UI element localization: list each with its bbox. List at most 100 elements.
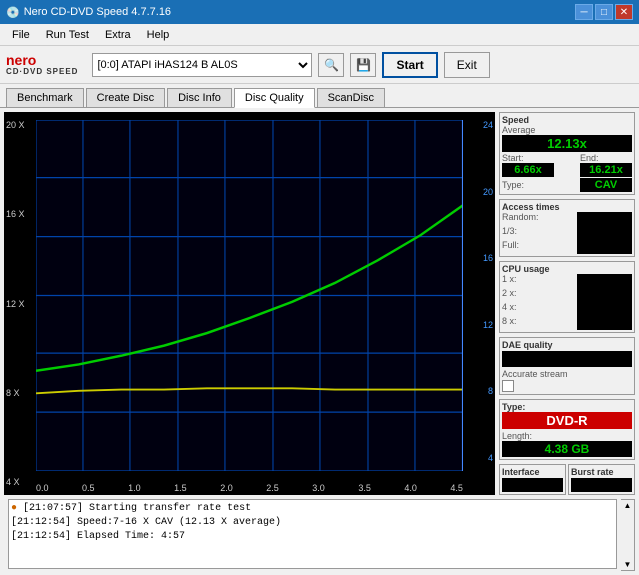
tab-create-disc[interactable]: Create Disc: [86, 88, 165, 107]
log-text-1: [21:12:54] Speed:7-16 X CAV (12.13 X ave…: [11, 517, 281, 528]
disc-type-value: DVD-R: [502, 412, 632, 429]
cpu-2x-label: 2 x:: [502, 288, 517, 302]
tab-benchmark[interactable]: Benchmark: [6, 88, 84, 107]
minimize-button[interactable]: ─: [575, 4, 593, 20]
y-right-24: 24: [467, 120, 493, 130]
full-value: [577, 240, 632, 254]
log-text-2: [21:12:54] Elapsed Time: 4:57: [11, 531, 185, 542]
log-scrollbar[interactable]: ▲ ▼: [621, 499, 635, 571]
x-label-3: 3.0: [312, 483, 325, 493]
y-right-8: 8: [467, 386, 493, 396]
log-line-2: [21:12:54] Elapsed Time: 4:57: [11, 530, 614, 544]
menu-run-test[interactable]: Run Test: [38, 27, 97, 43]
tab-bar: Benchmark Create Disc Disc Info Disc Qua…: [0, 84, 639, 108]
save-icon: 💾: [356, 58, 371, 72]
menu-file[interactable]: File: [4, 27, 38, 43]
random-value: [577, 212, 632, 226]
y-right-12: 12: [467, 320, 493, 330]
x-label-15: 1.5: [174, 483, 187, 493]
tab-scan-disc[interactable]: ScanDisc: [317, 88, 385, 107]
x-label-35: 3.5: [358, 483, 371, 493]
access-times-title: Access times: [502, 202, 632, 212]
cpu-title: CPU usage: [502, 264, 632, 274]
speed-section: Speed Average 12.13x Start: 6.66x End: 1…: [499, 112, 635, 195]
app-title: Nero CD-DVD Speed 4.7.7.16: [24, 6, 171, 18]
speed-type-label: Type:: [502, 180, 524, 190]
disc-length-value: 4.38 GB: [502, 441, 632, 457]
app-icon: 💿: [6, 6, 20, 19]
accurate-stream-checkbox[interactable]: [502, 380, 514, 392]
save-button[interactable]: 💾: [350, 53, 376, 77]
dae-quality-section: DAE quality Accurate stream: [499, 337, 635, 395]
log-area: ● [21:07:57] Starting transfer rate test…: [4, 499, 635, 571]
nero-logo: nero CD·DVD SPEED: [6, 53, 78, 76]
main-area: 20 X 16 X 12 X 8 X 4 X: [0, 108, 639, 575]
menu-help[interactable]: Help: [139, 27, 178, 43]
log-output: ● [21:07:57] Starting transfer rate test…: [8, 499, 617, 569]
log-line-0: ● [21:07:57] Starting transfer rate test: [11, 502, 614, 516]
tab-disc-quality[interactable]: Disc Quality: [234, 88, 315, 108]
menu-extra[interactable]: Extra: [97, 27, 139, 43]
y-label-16: 16 X: [6, 209, 34, 219]
maximize-button[interactable]: □: [595, 4, 613, 20]
exit-button[interactable]: Exit: [444, 52, 490, 78]
speed-average-label: Average: [502, 125, 632, 135]
x-label-1: 1.0: [128, 483, 141, 493]
speed-end-value: 16.21x: [580, 163, 632, 177]
interface-title: Interface: [502, 467, 563, 477]
speed-end-label: End:: [580, 153, 632, 163]
x-label-4: 4.0: [404, 483, 417, 493]
cpu-1x-label: 1 x:: [502, 274, 517, 288]
onethird-label: 1/3:: [502, 226, 517, 240]
y-label-12: 12 X: [6, 299, 34, 309]
cpu-8x-label: 8 x:: [502, 316, 517, 330]
nero-logo-text: nero: [6, 53, 36, 67]
log-line-1: [21:12:54] Speed:7-16 X CAV (12.13 X ave…: [11, 516, 614, 530]
speed-average-value: 12.13x: [502, 135, 632, 152]
x-label-2: 2.0: [220, 483, 233, 493]
y-right-16: 16: [467, 253, 493, 263]
speed-end: End: 16.21x: [580, 153, 632, 177]
accurate-stream-label: Accurate stream: [502, 369, 632, 379]
y-right-20: 20: [467, 187, 493, 197]
random-label: Random:: [502, 212, 539, 226]
tab-disc-info[interactable]: Disc Info: [167, 88, 232, 107]
interface-value: [502, 478, 563, 492]
y-label-4: 4 X: [6, 477, 34, 487]
disc-length-label: Length:: [502, 431, 632, 441]
burst-rate-title: Burst rate: [571, 467, 632, 477]
log-icon-0: ●: [11, 503, 17, 514]
speed-title: Speed: [502, 115, 632, 125]
y-axis-right: 24 20 16 12 8 4: [465, 112, 495, 471]
titlebar: 💿 Nero CD-DVD Speed 4.7.7.16 ─ □ ✕: [0, 0, 639, 24]
drive-info-icon: 🔍: [324, 58, 339, 72]
drive-select[interactable]: [0:0] ATAPI iHAS124 B AL0S: [92, 53, 312, 77]
cpu-4x-label: 4 x:: [502, 302, 517, 316]
scroll-down-button[interactable]: ▼: [623, 559, 633, 570]
menubar: File Run Test Extra Help: [0, 24, 639, 46]
y-label-8: 8 X: [6, 388, 34, 398]
cpu-8x-value: [577, 316, 632, 330]
scroll-up-button[interactable]: ▲: [623, 500, 633, 511]
dae-title: DAE quality: [502, 340, 632, 350]
speed-start-label: Start:: [502, 153, 554, 163]
titlebar-controls[interactable]: ─ □ ✕: [575, 4, 633, 20]
nero-sub-text: CD·DVD SPEED: [6, 67, 78, 76]
x-label-0: 0.0: [36, 483, 49, 493]
x-label-25: 2.5: [266, 483, 279, 493]
interface-section: Interface: [499, 464, 566, 495]
cpu-4x-value: [577, 302, 632, 316]
chart-svg: [36, 120, 463, 471]
full-label: Full:: [502, 240, 519, 254]
titlebar-title: 💿 Nero CD-DVD Speed 4.7.7.16: [6, 6, 171, 19]
speed-type-value: CAV: [580, 178, 632, 192]
burst-rate-value: [571, 478, 632, 492]
chart-area: 20 X 16 X 12 X 8 X 4 X: [4, 112, 495, 495]
log-text-0: [21:07:57] Starting transfer rate test: [23, 503, 251, 514]
cpu-2x-value: [577, 288, 632, 302]
interface-burst-row: Interface Burst rate: [499, 464, 635, 495]
start-button[interactable]: Start: [382, 52, 437, 78]
drive-info-button[interactable]: 🔍: [318, 53, 344, 77]
speed-start-value: 6.66x: [502, 163, 554, 177]
close-button[interactable]: ✕: [615, 4, 633, 20]
